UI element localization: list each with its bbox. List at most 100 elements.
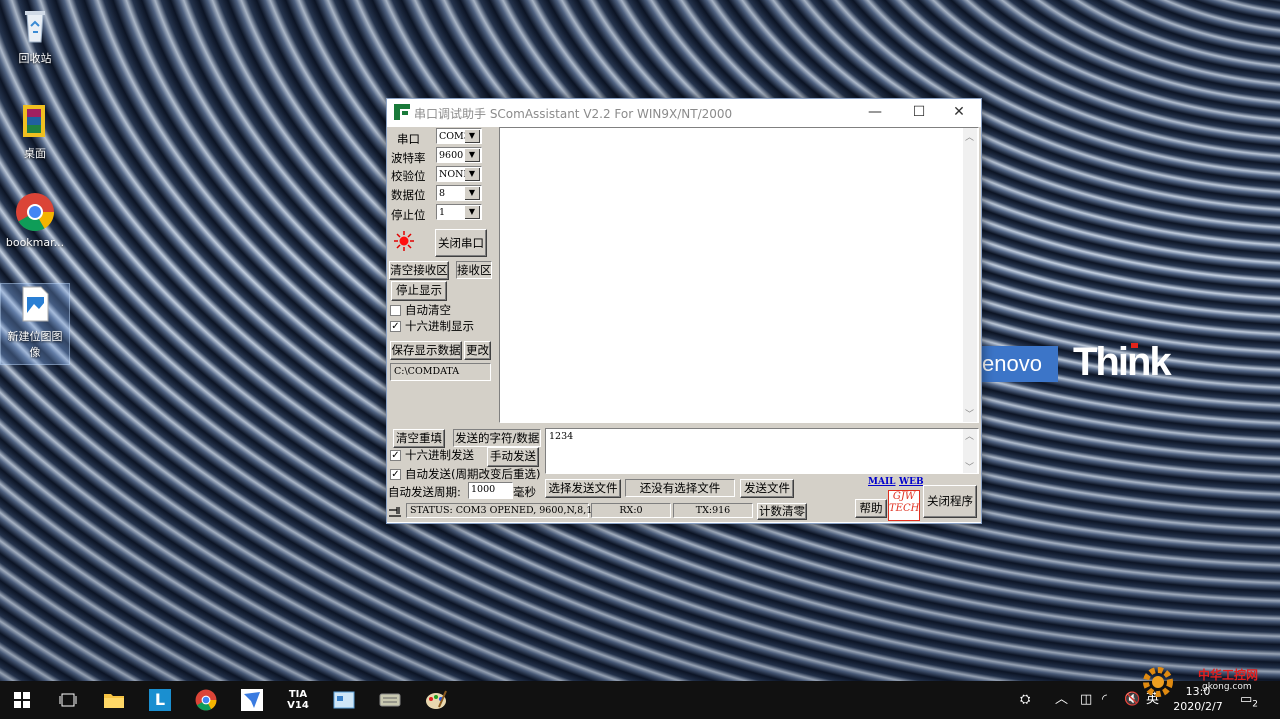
scroll-up-icon: ︿: [965, 432, 975, 442]
keyboard-app-button[interactable]: [368, 681, 412, 719]
notification-icon: ▭: [1240, 692, 1253, 707]
feishu-button[interactable]: [230, 681, 274, 719]
bookmark-label: bookmar...: [5, 236, 65, 249]
port-status-led-icon: [394, 231, 414, 251]
taskbar: L TIA V14 ⛭ ︿ ◫ ◜ 🔇 英 13:0 2020/2/7 ▭2: [0, 681, 1280, 719]
hex-display-label: 十六进制显示: [405, 319, 474, 333]
close-button[interactable]: ✕: [937, 99, 981, 126]
recycle-bin-label: 回收站: [18, 52, 52, 65]
save-data-button[interactable]: 保存显示数据: [390, 341, 462, 360]
receive-textarea[interactable]: [499, 127, 979, 423]
app-window-button[interactable]: [322, 681, 366, 719]
tia-portal-button[interactable]: TIA V14: [276, 681, 320, 719]
notification-count: 2: [1252, 699, 1259, 710]
hex-display-checkbox[interactable]: ✓: [390, 321, 401, 332]
scroll-down-icon: ﹀: [965, 463, 975, 473]
people-icon[interactable]: ⛭: [1020, 681, 1030, 719]
wifi-icon[interactable]: ◜: [1102, 681, 1107, 719]
send-scrollbar[interactable]: ︿ ﹀: [963, 429, 977, 473]
status-text: STATUS: COM3 OPENED, 9600,N,8,1: [406, 503, 592, 518]
l-app-icon: L: [149, 689, 171, 711]
watermark-title: 中华工控网: [1198, 668, 1259, 682]
port-select[interactable]: COM3 ▼: [436, 128, 482, 144]
desktop-folder-shortcut[interactable]: 桌面: [1, 101, 69, 161]
network-icon[interactable]: ◫: [1080, 681, 1092, 719]
paper-plane-icon: [241, 689, 263, 711]
task-view-button[interactable]: [46, 681, 90, 719]
clock-date: 2020/2/7: [1173, 700, 1223, 713]
rx-counter: RX:0: [591, 503, 671, 518]
chrome-bookmark-shortcut[interactable]: bookmar...: [1, 192, 69, 249]
reset-count-button[interactable]: 计数清零: [757, 503, 807, 520]
period-input[interactable]: 1000: [468, 482, 513, 499]
window-title: 串口调试助手 SComAssistant V2.2 For WIN9X/NT/2…: [414, 107, 733, 121]
hex-send-label: 十六进制发送: [405, 448, 474, 462]
scom-assistant-window: 串口调试助手 SComAssistant V2.2 For WIN9X/NT/2…: [386, 98, 982, 524]
paint-palette-icon: [426, 690, 447, 709]
app-window-icon: [333, 691, 355, 709]
help-button[interactable]: 帮助: [855, 499, 887, 518]
chrome-icon: [195, 689, 217, 711]
file-explorer-button[interactable]: [92, 681, 136, 719]
recycle-bin-shortcut[interactable]: 回收站: [1, 6, 69, 66]
gear-icon: [1143, 667, 1173, 697]
chevron-down-icon: ▼: [465, 130, 480, 143]
close-program-button[interactable]: 关闭程序: [923, 485, 977, 518]
title-bar[interactable]: 串口调试助手 SComAssistant V2.2 For WIN9X/NT/2…: [387, 99, 981, 126]
port-label: 串口: [397, 132, 420, 146]
chrome-taskbar-button[interactable]: [184, 681, 228, 719]
client-area: 串口 COM3 ▼ 波特率 9600 ▼ 校验位 NONE ▼ 数据位 8 ▼ 停止位 …: [387, 127, 981, 522]
chevron-down-icon: ▼: [465, 187, 480, 200]
parity-select[interactable]: NONE ▼: [436, 166, 482, 182]
auto-clear-label: 自动清空: [405, 303, 451, 317]
mail-link[interactable]: MAIL: [868, 477, 895, 487]
save-path-field: C:\COMDATA: [390, 363, 491, 381]
send-file-button[interactable]: 发送文件: [740, 479, 794, 498]
tx-counter: TX:916: [673, 503, 753, 518]
change-path-button[interactable]: 更改: [464, 341, 491, 360]
receive-scrollbar[interactable]: ︿ ﹀: [963, 128, 977, 422]
stopbits-select[interactable]: 1 ▼: [436, 204, 482, 220]
watermark-url: gkong.com: [1202, 682, 1252, 692]
select-file-button[interactable]: 选择发送文件: [545, 479, 621, 498]
auto-clear-checkbox[interactable]: [390, 305, 401, 316]
file-status-field: 还没有选择文件: [625, 479, 735, 497]
start-button[interactable]: [0, 681, 44, 719]
hex-send-checkbox[interactable]: ✓: [390, 450, 401, 461]
databits-select[interactable]: 8 ▼: [436, 185, 482, 201]
volume-muted-icon[interactable]: 🔇: [1124, 681, 1140, 719]
auto-send-label: 自动发送(周期改变后重选): [405, 467, 541, 481]
image-file-icon: [15, 284, 55, 324]
chrome-icon: [15, 192, 55, 232]
winrar-archive-icon: [15, 101, 55, 141]
recycle-bin-icon: [15, 6, 55, 46]
app-logo-icon: [394, 104, 410, 120]
maximize-button[interactable]: ☐: [897, 99, 941, 126]
web-link[interactable]: WEB: [899, 477, 924, 487]
show-hidden-icons-chevron-up-icon[interactable]: ︿: [1055, 681, 1068, 719]
manual-send-button[interactable]: 手动发送: [487, 447, 539, 467]
receive-area-label: 接收区: [456, 261, 492, 279]
bitmap-image-shortcut[interactable]: 新建位图图像: [0, 283, 70, 365]
minimize-button[interactable]: —: [853, 99, 897, 126]
paint-app-button[interactable]: [414, 681, 458, 719]
baud-label: 波特率: [391, 151, 426, 165]
clear-resend-button[interactable]: 清空重填: [393, 429, 445, 448]
gjw-tech-logo: GJW TECH: [888, 490, 920, 521]
baud-select[interactable]: 9600 ▼: [436, 147, 482, 163]
tia-portal-icon: TIA V14: [287, 689, 309, 711]
close-port-button[interactable]: 关闭串口: [435, 229, 487, 257]
scroll-down-icon: ﹀: [965, 410, 975, 420]
chevron-down-icon: ▼: [465, 206, 480, 219]
send-textarea[interactable]: 1234: [545, 428, 979, 474]
stop-display-button[interactable]: 停止显示: [391, 281, 447, 301]
l-app-button[interactable]: L: [138, 681, 182, 719]
bitmap-image-label: 新建位图图像: [7, 330, 63, 359]
parity-label: 校验位: [391, 169, 426, 183]
clear-receive-button[interactable]: 清空接收区: [389, 261, 449, 280]
lenovo-logo: enovo: [980, 346, 1058, 382]
auto-send-checkbox[interactable]: ✓: [390, 469, 401, 480]
desktop-folder-label: 桌面: [24, 147, 46, 160]
databits-label: 数据位: [391, 188, 426, 202]
period-unit-label: 毫秒: [513, 485, 536, 499]
